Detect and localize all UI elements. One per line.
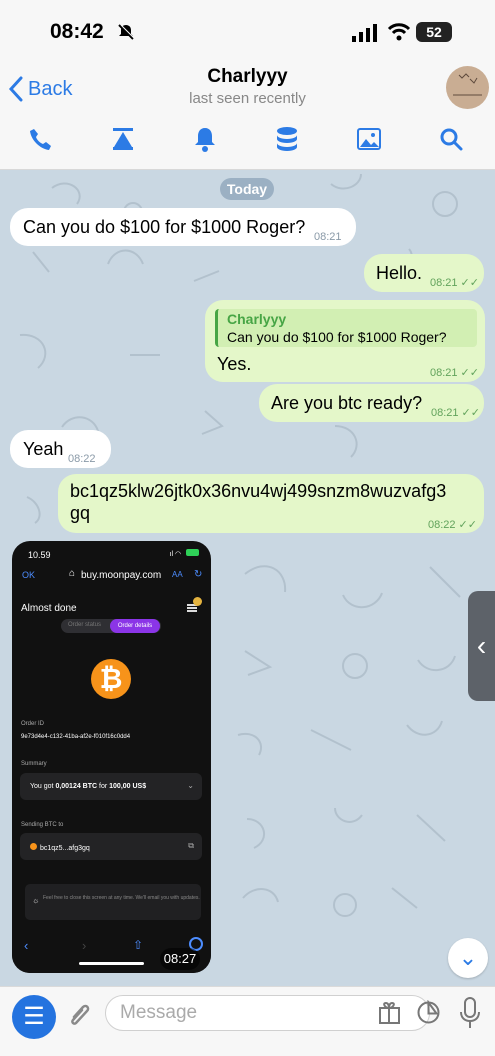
shared-screenshot[interactable]: 10.59 ıl ◠ OK ⌂ buy.moonpay.com AA ↻ Alm…: [12, 541, 211, 973]
media-time-label: 08:27: [160, 948, 200, 970]
screenshot-tab-details: Order details: [110, 619, 160, 633]
message-time: 08:21: [431, 407, 459, 419]
message-bubble-incoming[interactable]: Yeah 08:22: [10, 430, 111, 468]
bot-menu-button[interactable]: ☰: [12, 995, 56, 1039]
summary-label: Summary: [21, 761, 47, 767]
database-icon[interactable]: [274, 126, 300, 152]
message-text: Hello.: [376, 263, 423, 283]
chat-area[interactable]: Today Can you do $100 for $1000 Roger? 0…: [0, 170, 495, 986]
read-checkmarks-icon: ✓✓: [460, 277, 479, 289]
message-bubble-incoming[interactable]: Can you do $100 for $1000 Roger? 08:21: [10, 208, 356, 246]
bell-icon[interactable]: [192, 126, 218, 152]
chat-header: Back Charlyyy last seen recently: [0, 62, 495, 170]
message-time: 08:21: [430, 277, 458, 289]
wifi-icon: [387, 23, 411, 41]
message-text: Yes.: [217, 354, 252, 374]
order-id-label: Order ID: [21, 721, 45, 727]
battery-indicator: 52: [416, 22, 452, 42]
message-text-line: bc1qz5klw26jtk0x36nvu4wj499snzm8wuzvafg3: [70, 481, 447, 501]
image-icon[interactable]: [356, 126, 382, 152]
notification-badge-icon: [193, 597, 202, 606]
reply-quote[interactable]: Charlyyy Can you do $100 for $1000 Roger…: [215, 309, 477, 347]
sending-address: bc1qz5...afg3gq: [40, 845, 90, 852]
message-input-bar: ☰: [0, 986, 495, 1056]
message-text: Can you do $100 for $1000 Roger?: [23, 217, 306, 237]
status-time: 08:42: [50, 20, 104, 43]
pin-icon[interactable]: [110, 126, 136, 152]
read-checkmarks-icon: ✓✓: [458, 519, 477, 531]
screenshot-tab-status: Order status: [68, 622, 102, 628]
message-time: 08:22: [68, 453, 96, 465]
search-icon[interactable]: [438, 126, 464, 152]
summary-amount: 0,00124 BTC: [55, 783, 98, 790]
side-panel-handle[interactable]: ‹: [468, 591, 495, 701]
date-separator: Today: [220, 178, 274, 200]
screenshot-status-time: 10.59: [28, 550, 51, 560]
summary-prefix: You got: [30, 783, 56, 790]
message-bubble-outgoing-address[interactable]: bc1qz5klw26jtk0x36nvu4wj499snzm8wuzvafg3…: [58, 474, 484, 533]
reply-author: Charlyyy: [227, 311, 287, 327]
avatar[interactable]: [446, 66, 489, 109]
message-time: 08:22: [428, 519, 456, 531]
share-icon: ⇧: [133, 938, 144, 952]
sticker-icon[interactable]: [416, 1000, 441, 1025]
mute-bell-icon: [118, 24, 136, 40]
screenshot-tabs: Order status Order details: [61, 619, 161, 633]
forward-arrow-icon: ›: [82, 938, 87, 953]
gift-icon[interactable]: [377, 1000, 402, 1025]
reply-text: Can you do $100 for $1000 Roger?: [227, 329, 447, 345]
bitcoin-icon: ₿: [91, 659, 131, 699]
paperclip-icon[interactable]: [66, 1000, 94, 1032]
message-time: 08:21: [314, 231, 342, 243]
back-arrow-icon: ‹: [24, 938, 29, 953]
summary-text: You got 0,00124 BTC for 100,00 US$: [30, 783, 146, 790]
phone-icon[interactable]: [28, 126, 54, 152]
read-checkmarks-icon: ✓✓: [460, 367, 479, 379]
chat-status: last seen recently: [189, 90, 306, 107]
screenshot-ok-button: OK: [22, 570, 36, 580]
chat-toolbar: [0, 120, 495, 160]
sending-label: Sending BTC to: [21, 822, 64, 828]
summary-row: You got 0,00124 BTC for 100,00 US$ ⌄: [20, 773, 202, 800]
screenshot-status-icons: ıl ◠: [170, 549, 199, 558]
chat-title: Charlyyy: [207, 66, 288, 87]
bitcoin-coin-icon: [30, 843, 37, 850]
copy-icon: ⧉: [188, 841, 194, 850]
chevron-down-icon: ⌄: [187, 781, 194, 790]
message-text: Yeah: [23, 439, 64, 459]
lock-icon: ⌂: [69, 568, 76, 579]
avatar-image: [453, 73, 482, 96]
screenshot-url: buy.moonpay.com: [81, 570, 162, 581]
address-row: bc1qz5...afg3gq ⧉: [20, 833, 202, 860]
screenshot-battery-icon: [186, 549, 199, 556]
message-text: Are you btc ready?: [271, 393, 423, 413]
home-indicator: [79, 962, 144, 965]
reload-icon: ↻: [194, 569, 203, 580]
microphone-icon[interactable]: [458, 996, 482, 1030]
summary-price: 100,00 US$: [109, 783, 147, 790]
message-bubble-outgoing[interactable]: Are you btc ready? 08:21 ✓✓: [259, 384, 484, 422]
summary-mid: for: [97, 783, 110, 790]
screenshot-title: Almost done: [21, 603, 77, 614]
screenshot-info-box: Feel free to close this screen at any ti…: [25, 884, 201, 920]
message-bubble-outgoing-reply[interactable]: Charlyyy Can you do $100 for $1000 Roger…: [205, 300, 485, 382]
message-time: 08:21: [430, 367, 458, 379]
message-text-line: gq: [70, 503, 91, 523]
order-id-value: 9e73d4e4-c132-41ba-af2e-f010f16c0dd4: [21, 734, 131, 740]
read-checkmarks-icon: ✓✓: [461, 407, 480, 419]
status-bar: 08:42 52: [0, 0, 495, 62]
screenshot-text-size-button: AA: [172, 570, 183, 579]
message-bubble-outgoing[interactable]: Hello. 08:21 ✓✓: [364, 254, 484, 292]
cellular-signal-icon: [352, 24, 377, 42]
address-text: bc1qz5...afg3gq: [30, 843, 90, 852]
scroll-down-button[interactable]: ⌄: [448, 938, 488, 978]
